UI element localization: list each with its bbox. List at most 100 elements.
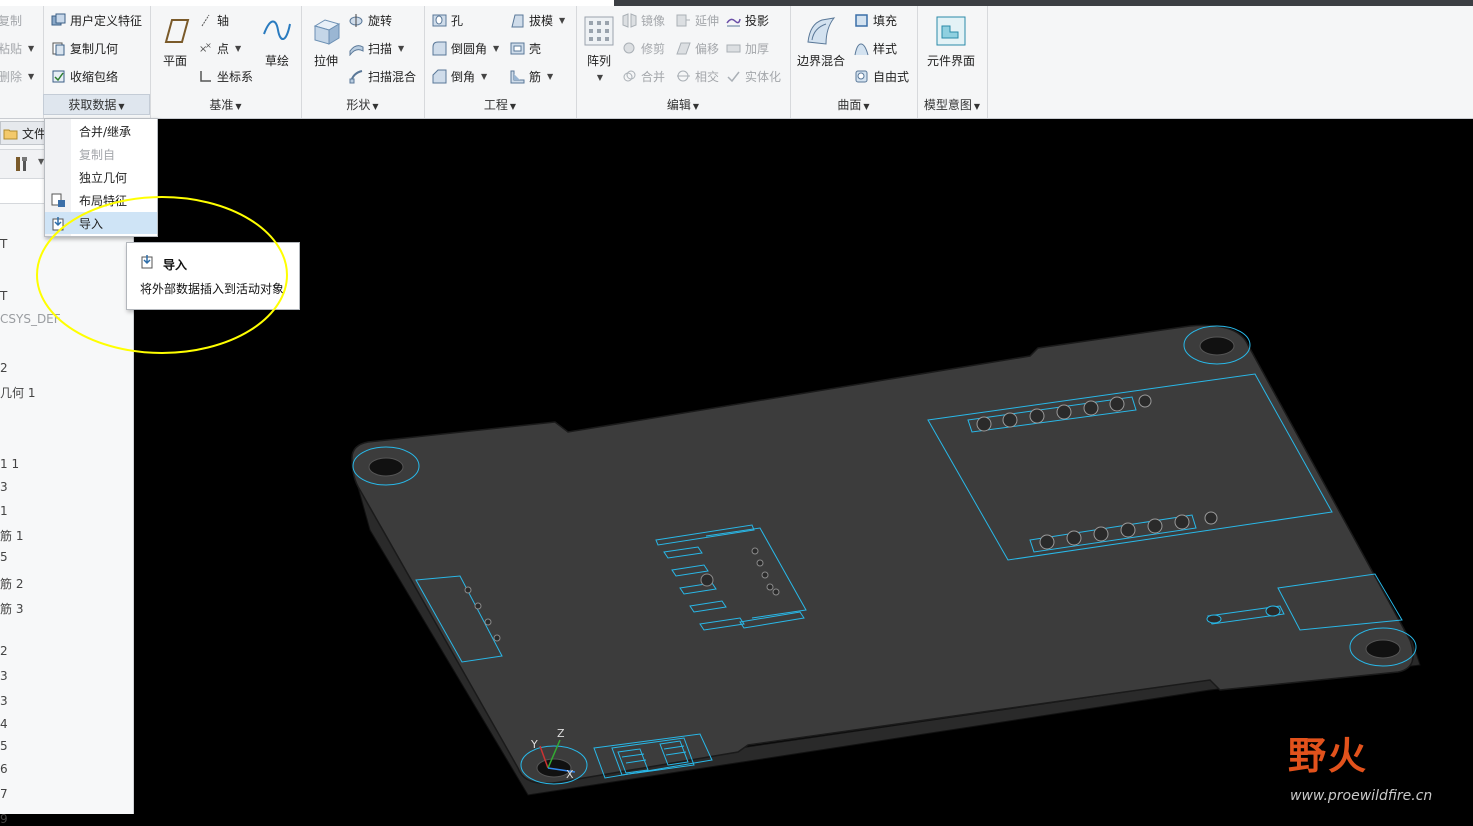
component-interface-button[interactable]: 元件界面: [927, 14, 975, 69]
tree-item[interactable]: 2: [0, 361, 8, 375]
pcb-model: Y Z X: [351, 324, 1421, 796]
user-defined-feature-button[interactable]: 用户定义特征: [51, 11, 142, 29]
editing-group-menu[interactable]: 编辑 ▼: [576, 96, 790, 113]
sketch-button[interactable]: 草绘: [260, 14, 294, 69]
watermark-url: www.proewildfire.cn: [1290, 788, 1433, 804]
graphics-viewport[interactable]: Y Z X: [134, 119, 1473, 814]
shapes-group-menu[interactable]: 形状 ▼: [301, 96, 424, 113]
datum-group-menu[interactable]: 基准 ▼: [150, 96, 301, 113]
menu-item-merge-inherit[interactable]: 合并/继承: [45, 120, 157, 142]
settings-tools-icon[interactable]: [12, 154, 32, 174]
model-intent-group-menu[interactable]: 模型意图 ▼: [917, 96, 987, 113]
boundary-blend-icon: [807, 17, 836, 45]
tree-item[interactable]: 1 1: [0, 457, 19, 471]
revolve-icon: [349, 13, 363, 27]
sweep-button[interactable]: 扫描 ▼: [349, 39, 404, 57]
point-button[interactable]: × × 点 ▼: [198, 39, 241, 57]
plane-button[interactable]: 平面: [158, 14, 192, 69]
menu-item-layout-feature[interactable]: 布局特征: [45, 189, 157, 211]
triad-z-label: Z: [557, 727, 565, 740]
tree-item[interactable]: 4: [0, 717, 8, 731]
offset-icon: [676, 42, 691, 54]
chamfer-button[interactable]: 倒角 ▼: [432, 67, 487, 85]
component-interface-icon: [936, 16, 966, 46]
tree-item[interactable]: 3: [0, 480, 8, 494]
fill-button[interactable]: 填充: [854, 11, 897, 29]
swept-blend-button[interactable]: 扫描混合: [349, 67, 416, 85]
user-defined-feature-icon: [51, 13, 66, 25]
tree-item[interactable]: CSYS_DEF: [0, 312, 61, 326]
import-icon: [141, 255, 153, 269]
axis-button[interactable]: 轴: [198, 11, 229, 29]
solidify-icon: [727, 71, 740, 82]
extrude-button[interactable]: 拉伸: [309, 14, 343, 69]
style-button[interactable]: 样式: [854, 39, 897, 57]
shrinkwrap-button[interactable]: 收缩包络: [51, 67, 118, 85]
triad-y-label: Y: [530, 738, 538, 751]
copy-geometry-button[interactable]: 复制几何: [51, 39, 118, 57]
rib-button[interactable]: 筋 ▼: [510, 67, 553, 85]
tree-item[interactable]: 筋 3: [0, 600, 23, 617]
tree-item[interactable]: 3: [0, 694, 8, 708]
tree-item[interactable]: 2: [0, 644, 8, 658]
delete-button[interactable]: 删除 ▼: [0, 67, 34, 85]
get-data-group-menu[interactable]: 获取数据 ▼: [43, 94, 150, 115]
shrinkwrap-icon: [52, 70, 65, 82]
rib-icon: [510, 70, 525, 83]
tree-item[interactable]: 筋 1: [0, 527, 23, 544]
intersect-button[interactable]: 相交: [676, 67, 719, 85]
tree-item[interactable]: T: [0, 237, 7, 251]
thicken-icon: [726, 44, 741, 52]
trim-icon: [623, 42, 635, 53]
round-button[interactable]: 倒圆角 ▼: [432, 39, 499, 57]
style-icon: [854, 42, 869, 55]
project-button[interactable]: 投影: [726, 11, 769, 29]
group-engineering: 孔 倒圆角 ▼ 倒角 ▼ 拔模 ▼ 壳 筋 ▼ 工程 ▼: [424, 6, 577, 118]
extend-button[interactable]: 延伸: [676, 11, 719, 29]
copy-button[interactable]: 复制: [0, 11, 22, 29]
menu-item-import[interactable]: 导入: [45, 212, 157, 234]
group-get-data: 用户定义特征 复制几何 收缩包络 获取数据 ▼: [43, 6, 151, 118]
tree-item[interactable]: 筋 2: [0, 575, 23, 592]
mirror-button[interactable]: 镜像: [622, 11, 665, 29]
tree-item[interactable]: 5: [0, 739, 8, 753]
tree-item[interactable]: 几何 1: [0, 384, 35, 401]
tree-item[interactable]: 5: [0, 550, 8, 564]
tree-item[interactable]: 3: [0, 669, 8, 683]
thicken-button[interactable]: 加厚: [726, 39, 769, 57]
pattern-icon: [584, 16, 614, 46]
tree-item[interactable]: 9: [0, 812, 8, 826]
axis-icon: [201, 14, 210, 26]
menu-item-independent-geometry[interactable]: 独立几何: [45, 166, 157, 188]
offset-button[interactable]: 偏移: [676, 39, 719, 57]
import-icon: [52, 216, 64, 230]
trim-button[interactable]: 修剪: [622, 39, 665, 57]
group-model-intent: 元件界面 模型意图 ▼: [917, 6, 988, 118]
draft-button[interactable]: 拔模 ▼: [510, 11, 565, 29]
sketch-icon: [263, 20, 291, 40]
revolve-button[interactable]: 旋转: [349, 11, 392, 29]
tree-item[interactable]: T: [0, 289, 7, 303]
tree-item[interactable]: 6: [0, 762, 8, 776]
shell-button[interactable]: 壳: [510, 39, 541, 57]
tree-item[interactable]: 7: [0, 787, 8, 801]
hole-icon: [432, 14, 447, 26]
solidify-button[interactable]: 实体化: [726, 67, 781, 85]
boundary-blend-button[interactable]: 边界混合: [797, 14, 845, 69]
tooltip-title: 导入: [163, 258, 188, 272]
surfaces-group-menu[interactable]: 曲面 ▼: [790, 96, 917, 113]
csys-button[interactable]: 坐标系: [198, 67, 253, 85]
menu-item-copy-from[interactable]: 复制自: [45, 143, 157, 165]
watermark-logo: 野火: [1288, 733, 1369, 778]
triad-x-label: X: [566, 768, 574, 781]
merge-button[interactable]: 合并: [622, 67, 665, 85]
paste-button[interactable]: 粘贴 ▼: [0, 39, 34, 57]
extend-icon: [676, 14, 690, 26]
engineering-group-menu[interactable]: 工程 ▼: [424, 96, 576, 113]
freestyle-button[interactable]: 自由式: [854, 67, 909, 85]
tree-item[interactable]: 1: [0, 504, 8, 518]
swept-blend-icon: [349, 69, 363, 83]
hole-button[interactable]: 孔: [432, 11, 463, 29]
get-data-dropdown-menu: 合并/继承 复制自 独立几何 布局特征 导入: [44, 118, 158, 237]
pattern-button[interactable]: 阵列 ▼: [582, 14, 616, 82]
